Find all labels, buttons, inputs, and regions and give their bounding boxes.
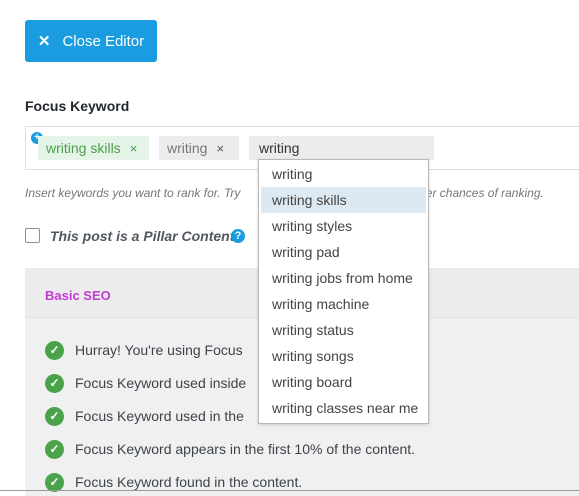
check-icon: ✓ — [45, 340, 64, 360]
keyword-input[interactable] — [249, 136, 434, 160]
seo-check-text: Hurray! You're using Focus — [75, 342, 243, 358]
keyword-tag-text: writing skills — [46, 140, 121, 156]
suggestion-item[interactable]: writing machine — [261, 291, 426, 317]
seo-check-text: Focus Keyword used in the — [75, 408, 244, 424]
suggestion-item[interactable]: writing — [261, 161, 426, 187]
check-icon: ✓ — [45, 472, 64, 492]
help-icon[interactable]: ? — [231, 229, 245, 243]
keyword-suggestions-dropdown: writing writing skills writing styles wr… — [258, 159, 429, 424]
suggestion-item[interactable]: writing styles — [261, 213, 426, 239]
check-icon: ✓ — [45, 373, 64, 393]
basic-seo-title: Basic SEO — [45, 288, 111, 303]
check-icon: ✓ — [45, 406, 64, 426]
suggestion-item[interactable]: writing jobs from home — [261, 265, 426, 291]
seo-check-item: ✓ Focus Keyword appears in the first 10%… — [45, 439, 415, 459]
keyword-tag-secondary[interactable]: writing × — [159, 136, 239, 160]
check-icon: ✓ — [45, 439, 64, 459]
help-text-end: etter chances of ranking. — [412, 186, 544, 200]
focus-keyword-label: Focus Keyword — [25, 98, 130, 114]
suggestion-item[interactable]: writing status — [261, 317, 426, 343]
close-editor-label: Close Editor — [62, 32, 145, 50]
suggestion-item[interactable]: writing board — [261, 369, 426, 395]
suggestion-item[interactable]: writing songs — [261, 343, 426, 369]
close-icon: ✕ — [37, 33, 51, 50]
seo-check-item: ✓ Focus Keyword used in the — [45, 406, 244, 426]
suggestion-item[interactable]: writing pad — [261, 239, 426, 265]
seo-check-item: ✓ Hurray! You're using Focus — [45, 340, 243, 360]
suggestion-item-active[interactable]: writing skills — [261, 187, 426, 213]
pillar-label: This post is a Pillar Content — [50, 228, 235, 244]
remove-tag-icon[interactable]: × — [130, 141, 138, 156]
keyword-tag-text: writing — [167, 140, 208, 156]
seo-check-item: ✓ Focus Keyword used inside — [45, 373, 246, 393]
keyword-tag-primary[interactable]: writing skills × — [38, 136, 149, 160]
seo-check-text: Focus Keyword used inside — [75, 375, 247, 391]
suggestion-item[interactable]: writing classes near me — [261, 395, 426, 421]
seo-check-item: ✓ Focus Keyword found in the content. — [45, 472, 302, 492]
remove-tag-icon[interactable]: × — [216, 141, 224, 156]
close-editor-button[interactable]: ✕ Close Editor — [25, 20, 157, 62]
seo-check-text: Focus Keyword appears in the first 10% o… — [75, 441, 416, 457]
help-text-start: Insert keywords you want to rank for. Tr… — [25, 186, 241, 200]
seo-check-text: Focus Keyword found in the content. — [75, 474, 303, 490]
divider — [0, 490, 579, 491]
pillar-checkbox[interactable] — [25, 228, 40, 243]
